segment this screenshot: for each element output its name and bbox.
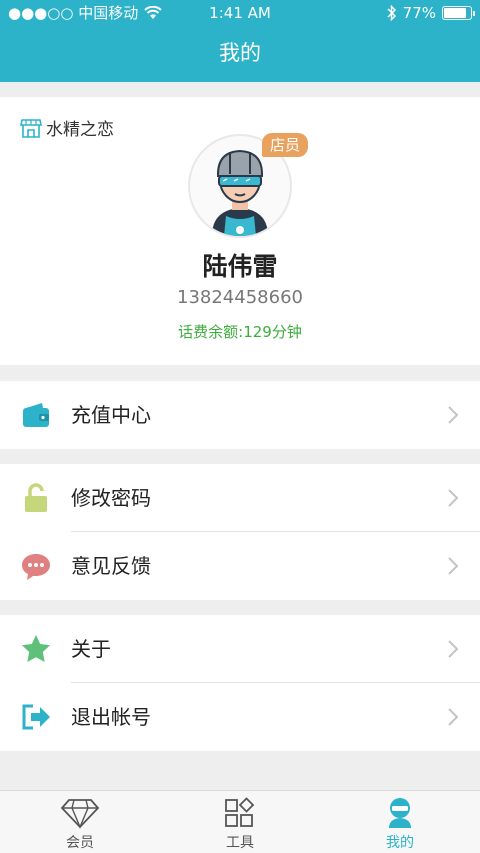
- menu-group-recharge: 充值中心: [0, 381, 480, 449]
- chevron-right-icon: [448, 406, 459, 424]
- menu-item-feedback[interactable]: 意见反馈: [0, 532, 480, 600]
- role-badge: 店员: [262, 133, 308, 157]
- logout-icon: [22, 704, 50, 730]
- unlock-icon: [25, 483, 47, 512]
- menu-group-account: 修改密码 意见反馈: [0, 464, 480, 600]
- store-icon: [20, 118, 42, 138]
- grid-icon: [225, 797, 255, 827]
- chevron-right-icon: [448, 557, 459, 575]
- menu-label-logout: 退出帐号: [71, 705, 151, 729]
- bluetooth-icon: [387, 5, 396, 21]
- store-name: 水精之恋: [46, 120, 114, 140]
- battery-icon: [442, 6, 475, 20]
- tab-member[interactable]: 会员: [0, 791, 160, 853]
- app-header: ●●●○○ 中国移动 1:41 AM 77% 我的: [0, 0, 480, 82]
- diamond-icon: [60, 799, 100, 829]
- status-right: 77%: [387, 0, 475, 26]
- tab-bar: 会员 工具 我的: [0, 790, 480, 853]
- profile-card: 水精之恋 店员 陆伟雷 13824458660 话费余额:129分钟: [0, 97, 480, 365]
- user-name: 陆伟雷: [202, 252, 278, 281]
- person-icon: [389, 798, 411, 828]
- tab-label-member: 会员: [66, 835, 94, 851]
- chevron-right-icon: [448, 489, 459, 507]
- chevron-right-icon: [448, 640, 459, 658]
- menu-item-change-password[interactable]: 修改密码: [0, 464, 480, 532]
- status-bar: ●●●○○ 中国移动 1:41 AM 77%: [0, 0, 480, 26]
- menu-label-feedback: 意见反馈: [71, 554, 151, 578]
- menu-label-change-password: 修改密码: [71, 486, 151, 510]
- menu-label-about: 关于: [71, 637, 111, 661]
- menu-item-about[interactable]: 关于: [0, 615, 480, 683]
- tab-label-mine: 我的: [386, 835, 414, 851]
- menu-item-logout[interactable]: 退出帐号: [0, 683, 480, 751]
- store-row[interactable]: 水精之恋: [20, 115, 114, 140]
- star-icon: [22, 635, 50, 662]
- tab-mine[interactable]: 我的: [320, 791, 480, 853]
- menu-item-recharge[interactable]: 充值中心: [0, 381, 480, 449]
- tab-label-tools: 工具: [226, 835, 254, 851]
- wallet-icon: [23, 403, 49, 427]
- tab-tools[interactable]: 工具: [160, 791, 320, 853]
- user-phone: 13824458660: [177, 287, 303, 308]
- menu-group-other: 关于 退出帐号: [0, 615, 480, 751]
- chevron-right-icon: [448, 708, 459, 726]
- menu-label-recharge: 充值中心: [71, 403, 151, 427]
- page-title: 我的: [219, 41, 261, 65]
- chat-bubble-icon: [22, 554, 50, 580]
- battery-percent: 77%: [402, 4, 436, 22]
- call-balance: 话费余额:129分钟: [178, 323, 302, 341]
